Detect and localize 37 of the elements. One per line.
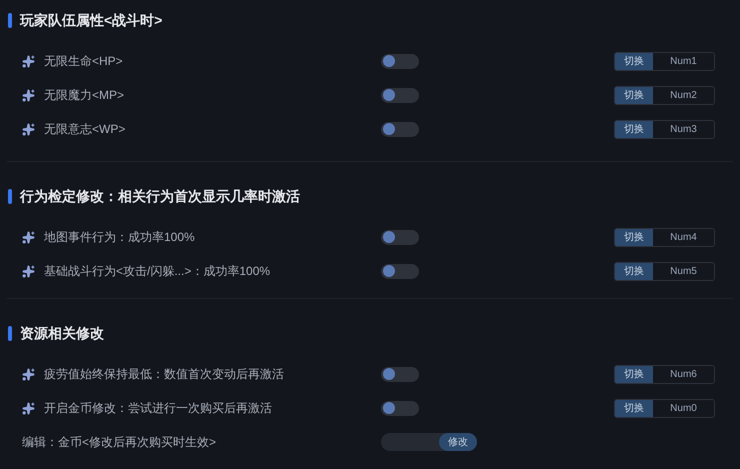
toggle-switch[interactable] — [381, 264, 419, 278]
section-title: 玩家队伍属性<战斗时> — [20, 10, 162, 30]
toggle-switch[interactable] — [381, 400, 419, 416]
sparkle-icon — [22, 230, 35, 244]
toggle-switch[interactable] — [381, 122, 419, 136]
switch-button[interactable]: 切换 — [615, 52, 653, 70]
sparkle-icon — [22, 264, 35, 278]
option-label: 无限生命<HP> — [44, 53, 123, 70]
sparkle-icon — [22, 54, 35, 68]
switch-button[interactable]: 切换 — [615, 366, 653, 382]
sparkle-icon — [22, 122, 35, 136]
value-field[interactable]: 修改 — [381, 433, 477, 451]
section-marker — [8, 326, 12, 340]
option-label: 基础战斗行为<攻击/闪躲...>：成功率100% — [44, 263, 270, 280]
section-marker — [8, 188, 12, 204]
section-marker — [8, 12, 12, 28]
sparkle-icon — [22, 402, 35, 414]
option-label: 地图事件行为：成功率100% — [44, 229, 195, 246]
section-title: 资源相关修改 — [20, 324, 104, 342]
toggle-switch[interactable] — [381, 54, 419, 68]
switch-button[interactable]: 切换 — [615, 86, 653, 104]
switch-button[interactable]: 切换 — [615, 228, 653, 246]
sparkle-icon — [22, 368, 35, 380]
option-label: 无限魔力<MP> — [44, 87, 124, 104]
modify-button[interactable]: 修改 — [439, 433, 477, 451]
switch-button[interactable]: 切换 — [615, 120, 653, 138]
switch-button[interactable]: 切换 — [615, 400, 653, 416]
switch-button[interactable]: 切换 — [615, 262, 653, 280]
toggle-switch[interactable] — [381, 88, 419, 102]
section-title: 行为检定修改：相关行为首次显示几率时激活 — [20, 186, 300, 206]
option-label: 无限意志<WP> — [44, 121, 126, 138]
option-label: 开启金币修改：尝试进行一次购买后再激活 — [44, 400, 272, 417]
toggle-switch[interactable] — [381, 230, 419, 244]
option-label: 疲劳值始终保持最低：数值首次变动后再激活 — [44, 366, 284, 383]
edit-label: 编辑：金币<修改后再次购买时生效> — [21, 434, 218, 451]
sparkle-icon — [22, 88, 35, 102]
toggle-switch[interactable] — [381, 366, 419, 382]
